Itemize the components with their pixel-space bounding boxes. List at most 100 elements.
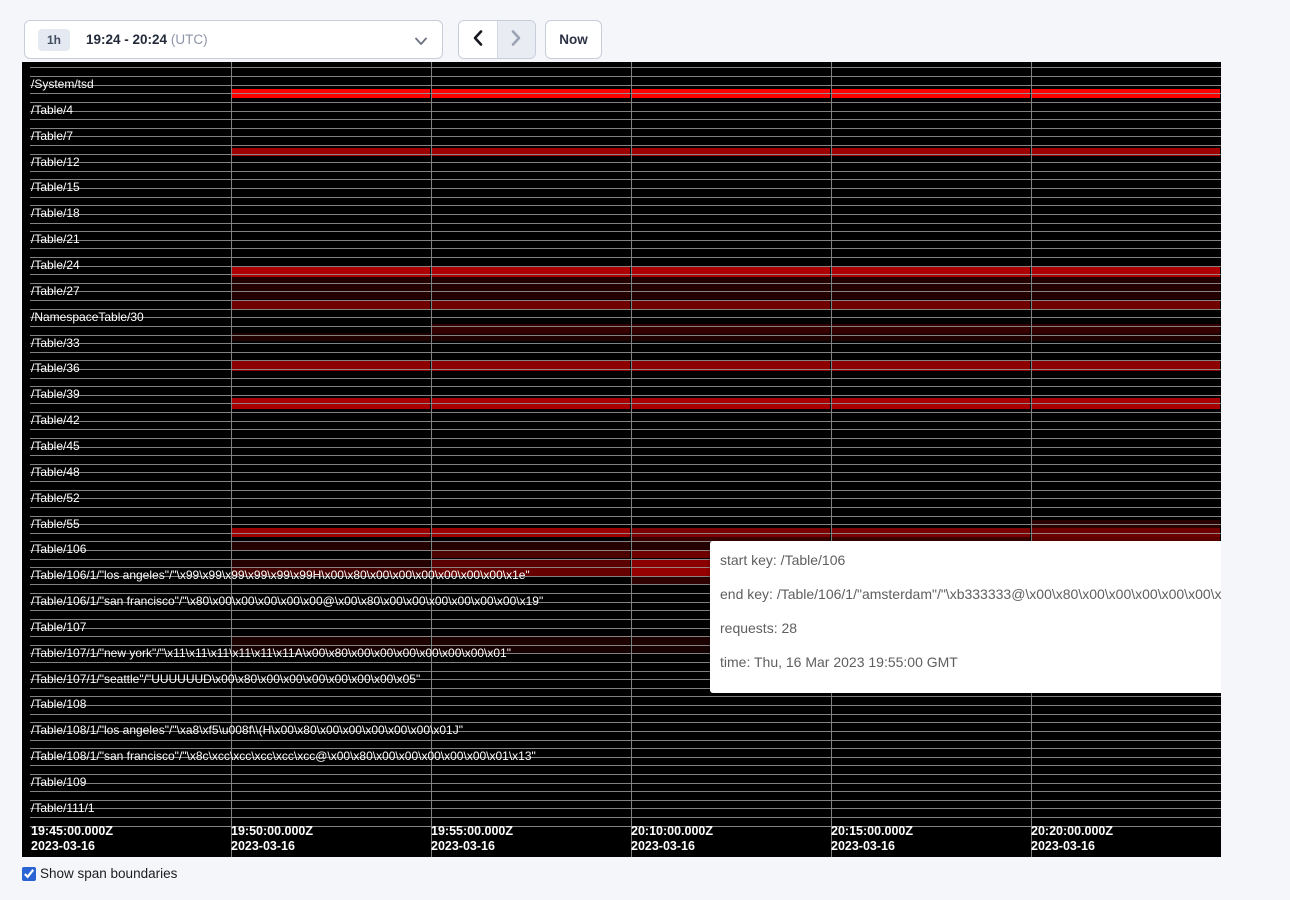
x-axis-date-label: 2023-03-16 <box>1031 839 1095 853</box>
row-label: /Table/33 <box>31 336 80 350</box>
row-label: /Table/27 <box>31 284 80 298</box>
time-nav-group <box>458 20 536 59</box>
span-boundary-line <box>30 171 1221 172</box>
span-boundary-line <box>30 507 1221 508</box>
span-boundary-line <box>30 179 1221 180</box>
span-boundary-line <box>30 136 1221 137</box>
span-boundary-line <box>30 257 1221 258</box>
show-span-boundaries-label: Show span boundaries <box>40 866 177 881</box>
row-label: /Table/52 <box>31 491 80 505</box>
tooltip-end-key: end key: /Table/106/1/"amsterdam"/"\xb33… <box>720 587 1221 602</box>
row-label: /Table/15 <box>31 180 80 194</box>
span-boundary-line <box>30 516 1221 517</box>
x-axis-date-label: 2023-03-16 <box>231 839 295 853</box>
span-boundary-line <box>30 205 1221 206</box>
span-boundary-line <box>30 403 1221 404</box>
span-boundary-line <box>30 188 1221 189</box>
span-boundary-line <box>30 274 1221 275</box>
span-boundary-line <box>30 326 1221 327</box>
x-axis-date-label: 2023-03-16 <box>31 839 95 853</box>
span-boundary-line <box>30 498 1221 499</box>
span-boundary-line <box>30 291 1221 292</box>
span-boundary-line <box>30 524 1221 525</box>
span-boundary-line <box>30 378 1221 379</box>
span-boundary-line <box>30 335 1221 336</box>
row-label: /Table/111/1 <box>31 801 95 815</box>
span-boundary-line <box>30 145 1221 146</box>
row-label: /Table/39 <box>31 387 80 401</box>
row-label: /Table/106 <box>31 542 86 556</box>
next-time-button[interactable] <box>497 21 535 58</box>
span-boundary-line <box>30 266 1221 267</box>
span-boundary-line <box>30 102 1221 103</box>
chevron-down-icon <box>414 34 428 52</box>
span-boundary-line <box>30 421 1221 422</box>
row-label: /System/tsd <box>31 77 94 91</box>
span-boundary-line <box>30 817 1221 818</box>
span-boundary-line <box>30 67 1221 68</box>
span-boundary-line <box>30 119 1221 120</box>
previous-time-button[interactable] <box>459 21 497 58</box>
heat-band <box>432 559 630 568</box>
span-boundary-line <box>30 231 1221 232</box>
span-boundary-line <box>30 464 1221 465</box>
heat-band <box>432 277 630 299</box>
row-label: /Table/48 <box>31 465 80 479</box>
heat-band <box>432 542 630 550</box>
x-axis-time-label: 19:50:00.000Z <box>231 824 313 838</box>
heat-band <box>432 636 630 645</box>
time-range-timezone: (UTC) <box>171 32 208 47</box>
key-visualizer-heatmap[interactable]: start key: /Table/106 end key: /Table/10… <box>22 62 1221 857</box>
heat-band <box>1032 277 1220 299</box>
row-label: /Table/42 <box>31 413 80 427</box>
span-boundary-line <box>30 309 1221 310</box>
span-boundary-line <box>30 85 1221 86</box>
span-boundary-line <box>30 248 1221 249</box>
range-hover-tooltip: start key: /Table/106 end key: /Table/10… <box>710 541 1221 693</box>
tooltip-time: time: Thu, 16 Mar 2023 19:55:00 GMT <box>720 655 1221 670</box>
span-boundary-line <box>30 162 1221 163</box>
span-boundary-line <box>30 447 1221 448</box>
row-label: /Table/4 <box>31 103 73 117</box>
time-range-label: 19:24 - 20:24 (UTC) <box>86 32 208 47</box>
row-label: /Table/55 <box>31 517 80 531</box>
span-boundary-line <box>30 128 1221 129</box>
time-gridline <box>1031 62 1032 857</box>
span-boundary-line <box>30 696 1221 697</box>
span-boundary-line <box>30 783 1221 784</box>
row-label: /Table/106/1/"los angeles"/"\x99\x99\x99… <box>31 568 530 582</box>
x-axis-date-label: 2023-03-16 <box>431 839 495 853</box>
heat-band <box>232 636 430 645</box>
x-axis-time-label: 19:45:00.000Z <box>31 824 113 838</box>
row-label: /Table/108/1/"los angeles"/"\xa8\xf5\u00… <box>31 723 463 737</box>
span-boundary-line <box>30 429 1221 430</box>
row-label: /Table/108 <box>31 697 86 711</box>
span-boundary-line <box>30 481 1221 482</box>
time-range-select[interactable]: 1h 19:24 - 20:24 (UTC) <box>24 20 443 59</box>
span-boundary-line <box>30 197 1221 198</box>
time-range-value: 19:24 - 20:24 <box>86 32 167 47</box>
row-label: /Table/24 <box>31 258 80 272</box>
span-boundary-line <box>30 438 1221 439</box>
span-boundary-line <box>30 111 1221 112</box>
show-span-boundaries-checkbox[interactable] <box>22 867 36 881</box>
row-label: /Table/45 <box>31 439 80 453</box>
heat-band <box>632 277 830 299</box>
row-label: /Table/12 <box>31 155 80 169</box>
span-boundary-line <box>30 214 1221 215</box>
span-boundary-line <box>30 472 1221 473</box>
time-gridline <box>431 62 432 857</box>
row-label: /Table/36 <box>31 361 80 375</box>
span-boundary-line <box>30 386 1221 387</box>
now-button[interactable]: Now <box>545 20 602 59</box>
span-boundary-line <box>30 800 1221 801</box>
time-gridline <box>231 62 232 857</box>
span-boundary-line <box>30 714 1221 715</box>
chevron-right-icon <box>510 29 522 50</box>
duration-badge: 1h <box>38 29 70 51</box>
heat-band <box>432 550 630 558</box>
span-boundary-line <box>30 533 1221 534</box>
span-boundary-line <box>30 76 1221 77</box>
span-boundary-line <box>30 240 1221 241</box>
row-label: /Table/107/1/"seattle"/"UUUUUUD\x00\x80\… <box>31 672 420 686</box>
